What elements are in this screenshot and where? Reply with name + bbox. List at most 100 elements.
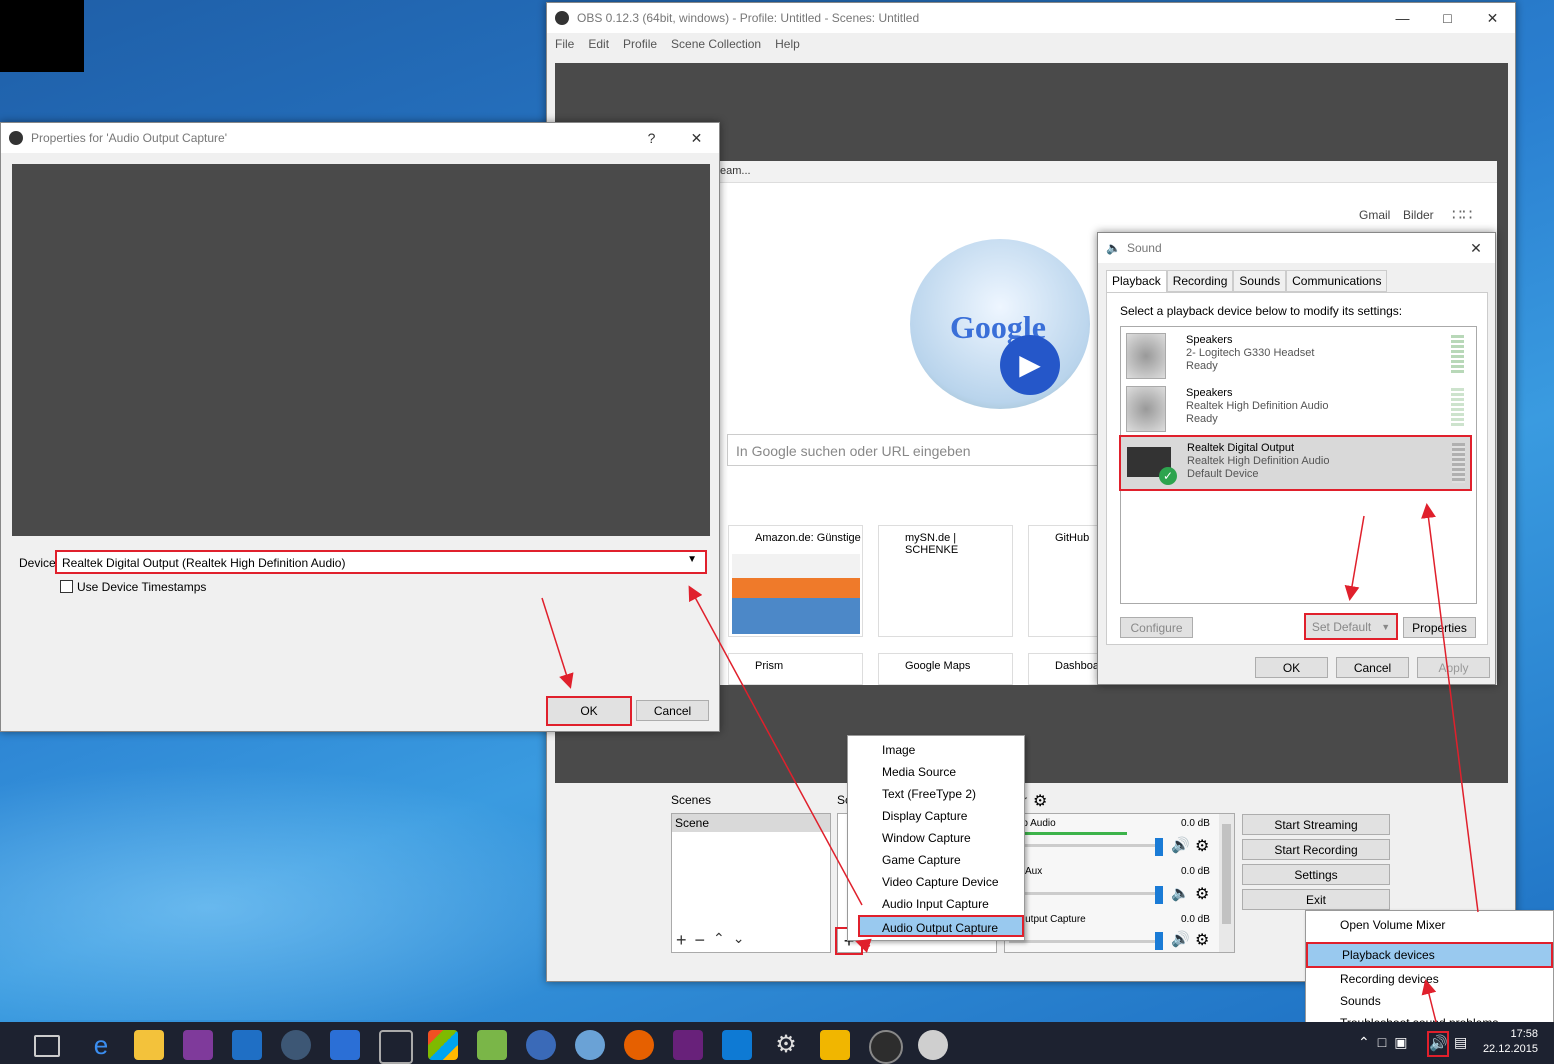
device-row[interactable]: Speakers Realtek High Definition Audio R…: [1121, 382, 1476, 434]
ok-button[interactable]: OK: [1255, 657, 1328, 678]
menu-item-video-capture[interactable]: Video Capture Device: [848, 871, 1024, 893]
ok-button[interactable]: OK: [546, 696, 632, 726]
tab-sounds[interactable]: Sounds: [1233, 270, 1287, 292]
outlook-icon[interactable]: [232, 1030, 262, 1060]
onenote-icon[interactable]: [183, 1030, 213, 1060]
close-icon[interactable]: ✕: [1458, 233, 1494, 263]
apply-button[interactable]: Apply: [1417, 657, 1490, 678]
maximize-icon[interactable]: □: [1425, 3, 1470, 33]
app-icon[interactable]: [918, 1030, 948, 1060]
menu-item-display-capture[interactable]: Display Capture: [848, 805, 1024, 827]
speaker-icon[interactable]: 🔊: [1171, 836, 1190, 854]
chevron-down-icon[interactable]: ▼: [1381, 622, 1390, 632]
task-view-icon[interactable]: [34, 1035, 60, 1057]
move-up-icon[interactable]: ⌃: [713, 930, 725, 951]
bilder-link[interactable]: Bilder: [1403, 208, 1434, 222]
scene-item[interactable]: Scene: [672, 814, 830, 832]
vscode-icon[interactable]: [722, 1030, 752, 1060]
menu-file[interactable]: File: [555, 33, 574, 55]
clock[interactable]: 17:58 22.12.2015: [1478, 1028, 1538, 1055]
tile-github[interactable]: GitHub: [1028, 525, 1108, 637]
play-icon[interactable]: ▶: [1000, 335, 1060, 395]
volume-handle[interactable]: [1155, 838, 1163, 856]
tile-prism[interactable]: Prism: [728, 653, 863, 685]
volume-tray-icon[interactable]: 🔊: [1427, 1031, 1449, 1057]
timestamps-checkbox[interactable]: [60, 580, 73, 593]
steam-icon[interactable]: [281, 1030, 311, 1060]
menu-item-image[interactable]: Image: [848, 739, 1024, 761]
tab-communications[interactable]: Communications: [1286, 270, 1388, 292]
start-recording-button[interactable]: Start Recording: [1242, 839, 1390, 860]
chevron-up-icon[interactable]: ⌃: [1358, 1034, 1370, 1051]
volume-slider[interactable]: [1009, 940, 1159, 943]
speaker-icon[interactable]: 🔊: [1171, 930, 1190, 948]
tile-mysn[interactable]: mySN.de | SCHENKE: [878, 525, 1013, 637]
gear-icon[interactable]: ⚙: [1195, 884, 1209, 904]
gmail-link[interactable]: Gmail: [1359, 208, 1390, 222]
volume-handle[interactable]: [1155, 886, 1163, 904]
menu-item-text[interactable]: Text (FreeType 2): [848, 783, 1024, 805]
settings-gear-icon[interactable]: ⚙: [771, 1030, 801, 1060]
properties-button[interactable]: Properties: [1403, 617, 1476, 638]
menu-item-game-capture[interactable]: Game Capture: [848, 849, 1024, 871]
start-streaming-button[interactable]: Start Streaming: [1242, 814, 1390, 835]
help-icon[interactable]: ?: [629, 123, 674, 153]
menu-edit[interactable]: Edit: [588, 33, 609, 55]
tray-open-volume-mixer[interactable]: Open Volume Mixer: [1306, 914, 1553, 936]
close-icon[interactable]: ✕: [1470, 3, 1515, 33]
mixer-gear-icon[interactable]: ⚙: [1033, 791, 1047, 811]
volume-handle[interactable]: [1155, 932, 1163, 950]
menu-item-audio-input[interactable]: Audio Input Capture: [848, 893, 1024, 915]
google-search-input[interactable]: In Google suchen oder URL eingeben: [727, 434, 1107, 466]
device-row-selected[interactable]: ✓ Realtek Digital Output Realtek High De…: [1119, 435, 1472, 491]
gear-icon[interactable]: ⚙: [1195, 836, 1209, 856]
cancel-button[interactable]: Cancel: [1336, 657, 1409, 678]
battery-icon[interactable]: □: [1378, 1034, 1386, 1051]
editor-icon[interactable]: [379, 1030, 413, 1064]
tab-playback[interactable]: Playback: [1106, 270, 1167, 292]
sync-icon[interactable]: [820, 1030, 850, 1060]
volume-slider[interactable]: [1009, 844, 1159, 847]
tile-google-maps[interactable]: Google Maps: [878, 653, 1013, 685]
file-explorer-icon[interactable]: [134, 1030, 164, 1060]
configure-button[interactable]: Configure: [1120, 617, 1193, 638]
notifications-icon[interactable]: ▤: [1454, 1034, 1467, 1051]
menu-help[interactable]: Help: [775, 33, 800, 55]
tray-playback-devices[interactable]: Playback devices: [1306, 942, 1553, 968]
menu-profile[interactable]: Profile: [623, 33, 657, 55]
tab-recording[interactable]: Recording: [1166, 270, 1234, 292]
device-select[interactable]: Realtek Digital Output (Realtek High Def…: [55, 550, 707, 574]
muted-speaker-icon[interactable]: 🔈: [1171, 884, 1190, 902]
tray-sounds[interactable]: Sounds: [1306, 990, 1553, 1012]
notepad-icon[interactable]: [477, 1030, 507, 1060]
exit-button[interactable]: Exit: [1242, 889, 1390, 910]
visual-studio-icon[interactable]: [673, 1030, 703, 1060]
move-down-icon[interactable]: ⌄: [733, 930, 745, 951]
thunderbird-icon[interactable]: [575, 1030, 605, 1060]
vs-code-icon[interactable]: [330, 1030, 360, 1060]
settings-button[interactable]: Settings: [1242, 864, 1390, 885]
menu-item-audio-output[interactable]: Audio Output Capture: [858, 915, 1024, 937]
network-icon[interactable]: ▣: [1394, 1034, 1407, 1051]
keepass-icon[interactable]: [526, 1030, 556, 1060]
mixer-scrollbar[interactable]: [1219, 814, 1234, 952]
device-row[interactable]: Speakers 2- Logitech G330 Headset Ready: [1121, 329, 1476, 381]
windows-icon[interactable]: [428, 1030, 458, 1060]
tray-recording-devices[interactable]: Recording devices: [1306, 968, 1553, 990]
add-scene-icon[interactable]: +: [676, 930, 687, 951]
gear-icon[interactable]: ⚙: [1195, 930, 1209, 950]
menu-item-media-source[interactable]: Media Source: [848, 761, 1024, 783]
edge-icon[interactable]: e: [86, 1030, 116, 1060]
remove-scene-icon[interactable]: −: [695, 930, 706, 951]
obs-taskbar-icon[interactable]: [869, 1030, 903, 1064]
cancel-button[interactable]: Cancel: [636, 700, 709, 721]
minimize-icon[interactable]: —: [1380, 3, 1425, 33]
google-doodle[interactable]: Google ▶: [910, 239, 1090, 409]
tile-dashboard[interactable]: Dashboa: [1028, 653, 1108, 685]
menu-item-window-capture[interactable]: Window Capture: [848, 827, 1024, 849]
firefox-icon[interactable]: [624, 1030, 654, 1060]
close-icon[interactable]: ✕: [674, 123, 719, 153]
tile-amazon[interactable]: Amazon.de: Günstige: [728, 525, 863, 637]
menu-scene-collection[interactable]: Scene Collection: [671, 33, 761, 55]
apps-grid-icon[interactable]: ∷∷: [1452, 205, 1472, 225]
